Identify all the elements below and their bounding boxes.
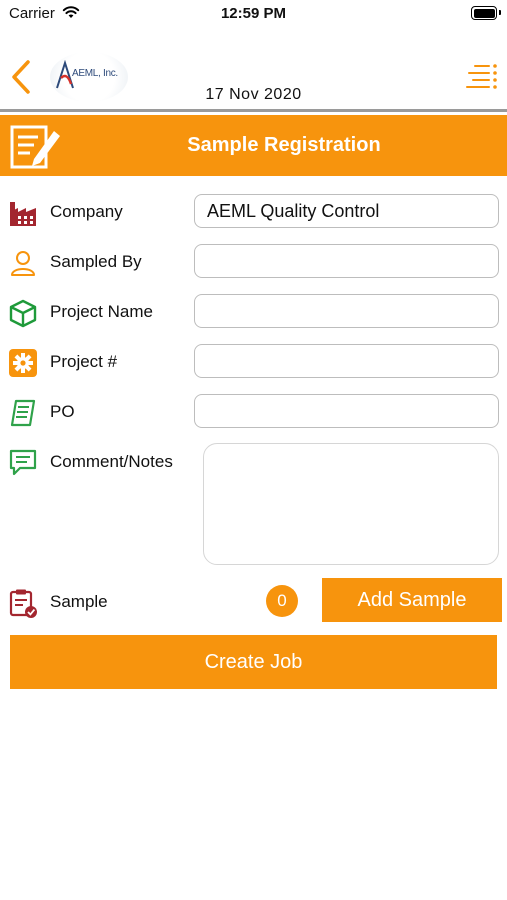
company-field[interactable]: AEML Quality Control [194, 194, 499, 228]
project-name-row: Project Name [0, 292, 507, 332]
receipt-icon [10, 399, 36, 427]
section-banner: Sample Registration [0, 115, 507, 176]
project-number-label: Project # [50, 352, 118, 371]
clipboard-check-icon [9, 589, 37, 618]
cube-icon [9, 299, 37, 328]
logo-text: AEML, Inc. [72, 68, 118, 79]
nav-bar: AEML, Inc. 17 Nov 2020 [0, 48, 507, 110]
status-bar: Carrier 12:59 PM [0, 0, 507, 30]
po-field[interactable] [194, 394, 499, 428]
comment-icon [9, 449, 37, 476]
battery-icon [471, 6, 501, 20]
list-menu-icon[interactable] [465, 62, 499, 92]
project-name-field[interactable] [194, 294, 499, 328]
sampled-by-field[interactable] [194, 244, 499, 278]
sampled-by-label: Sampled By [50, 252, 142, 271]
page-title: Sample Registration [187, 134, 381, 156]
project-name-label: Project Name [50, 302, 153, 321]
sampled-by-row: Sampled By [0, 242, 507, 282]
company-value: AEML Quality Control [207, 201, 380, 221]
project-number-row: Project # [0, 342, 507, 382]
po-label: PO [50, 402, 75, 421]
nav-divider [0, 109, 507, 112]
po-row: PO [0, 392, 507, 432]
company-row: Company AEML Quality Control [0, 192, 507, 232]
gear-icon [9, 349, 37, 377]
sample-label: Sample [50, 592, 108, 611]
person-icon [11, 251, 35, 276]
sample-count-badge: 0 [266, 585, 298, 617]
create-job-button[interactable]: Create Job [10, 635, 497, 689]
clock: 12:59 PM [220, 5, 287, 22]
page-date: 17 Nov 2020 [205, 86, 302, 103]
notes-label: Comment/Notes [50, 452, 173, 471]
add-sample-button[interactable]: Add Sample [322, 578, 502, 622]
factory-icon [10, 202, 36, 226]
notes-textarea[interactable] [203, 443, 499, 565]
company-label: Company [50, 202, 123, 221]
project-number-field[interactable] [194, 344, 499, 378]
